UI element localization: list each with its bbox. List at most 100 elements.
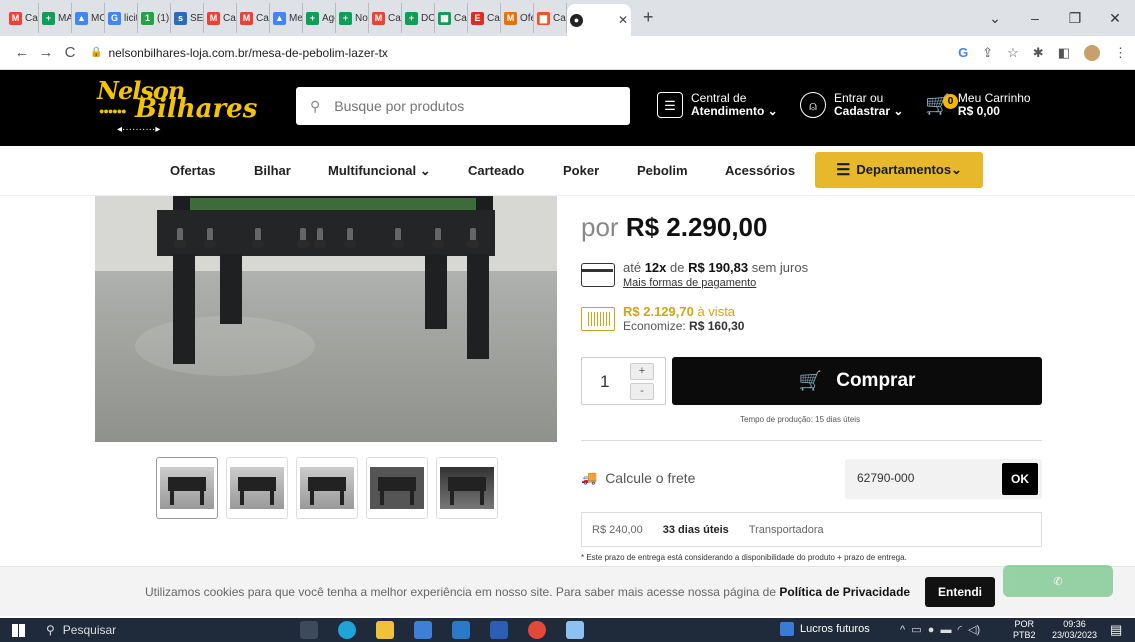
cep-input[interactable] (857, 471, 977, 485)
category-nav: Ofertas Bilhar Multifuncional ⌄ Carteado… (0, 146, 1135, 196)
edge-icon[interactable] (338, 621, 356, 639)
thumbnail-2[interactable] (226, 457, 288, 519)
close-window-button[interactable]: ✕ (1095, 10, 1135, 27)
tab-label: Caix (388, 12, 401, 24)
browser-tab[interactable]: +Nov (336, 3, 369, 33)
tab-favicon-icon: 1 (141, 11, 154, 25)
cart-link[interactable]: 🛒 0 Meu Carrinho R$ 0,00 (925, 92, 1031, 118)
nav-acessorios[interactable]: Acessórios (725, 163, 795, 178)
chrome-icon[interactable] (528, 621, 546, 639)
browser-tab[interactable]: +Age (303, 3, 336, 33)
calculator-icon[interactable] (566, 621, 584, 639)
cep-form: OK (845, 459, 1042, 499)
browser-tab[interactable]: MCaix (369, 3, 402, 33)
browser-tab[interactable]: +MAI (39, 3, 72, 33)
profile-avatar[interactable] (1084, 45, 1100, 61)
file-explorer-icon[interactable] (376, 621, 394, 639)
tab-favicon-icon: s (174, 11, 187, 25)
word-icon[interactable] (490, 621, 508, 639)
window-controls: ⌄ – ❐ ✕ (975, 0, 1135, 36)
table-leg (220, 254, 242, 324)
taskbar-search[interactable]: ⚲ Pesquisar (46, 620, 216, 640)
system-tray-icons[interactable]: ^ ▭ ● ▬ ◜ ◁) (900, 623, 980, 636)
browser-tab[interactable]: MCaix (204, 3, 237, 33)
nav-bilhar[interactable]: Bilhar (254, 163, 291, 178)
increase-quantity-button[interactable]: + (630, 363, 654, 380)
thumbnail-5[interactable] (436, 457, 498, 519)
browser-tab[interactable]: ECad (468, 3, 501, 33)
tab-favicon-icon: + (405, 11, 418, 25)
back-icon[interactable]: ← (10, 44, 34, 61)
payment-options-link[interactable]: Mais formas de pagamento (623, 277, 756, 289)
google-icon[interactable]: G (958, 45, 968, 61)
installments-info: até 12x de R$ 190,83 sem juros Mais form… (581, 261, 808, 290)
rod-handle (467, 228, 479, 248)
url-field[interactable]: 🔒 nelsonbilhares-loja.com.br/mesa-de-peb… (90, 46, 388, 60)
close-tab-icon[interactable]: ✕ (618, 13, 628, 27)
product-main-image[interactable] (95, 196, 557, 442)
thumbnail-4[interactable] (366, 457, 428, 519)
thumbnail-1[interactable] (156, 457, 218, 519)
browser-tab[interactable]: MCaix (237, 3, 270, 33)
tab-label: (1) \ (157, 12, 170, 24)
mail-icon[interactable] (452, 621, 470, 639)
browser-tab[interactable]: sSEI (171, 3, 204, 33)
bookmark-star-icon[interactable]: ☆ (1007, 45, 1019, 61)
browser-tab[interactable]: ▦Cad (435, 3, 468, 33)
reload-icon[interactable]: C (58, 44, 82, 61)
browser-tab[interactable]: ▲Mei (270, 3, 303, 33)
browser-tab[interactable]: Glicit (105, 3, 138, 33)
sidepanel-icon[interactable]: ◧ (1058, 45, 1070, 61)
language-indicator[interactable]: POR PTB2 (1013, 619, 1036, 641)
search-box[interactable]: ⚲ (296, 87, 630, 125)
buy-label: Comprar (836, 370, 916, 391)
news-widget[interactable]: Lucros futuros (780, 622, 870, 636)
minimize-button[interactable]: – (1015, 10, 1055, 26)
browser-tab[interactable]: ▲MO (72, 3, 105, 33)
quantity-value[interactable]: 1 (600, 372, 609, 392)
thumbnail-image (160, 467, 214, 509)
menu-icon[interactable]: ⋮ (1114, 45, 1127, 61)
tab-label: MAI (58, 12, 71, 24)
nav-poker[interactable]: Poker (563, 163, 599, 178)
clock[interactable]: 09:36 23/03/2023 (1052, 619, 1097, 641)
extensions-icon[interactable]: ✱ (1033, 45, 1044, 61)
nav-carteado[interactable]: Carteado (468, 163, 524, 178)
browser-tab[interactable]: MOfe (501, 3, 534, 33)
share-icon[interactable]: ⇪ (982, 45, 993, 61)
nav-multifuncional[interactable]: Multifuncional ⌄ (328, 163, 431, 179)
search-input[interactable] (334, 98, 615, 114)
truck-icon: 🚚 (581, 470, 598, 485)
whatsapp-button[interactable]: ✆ (1003, 565, 1113, 597)
browser-tab[interactable]: MCaix (6, 3, 39, 33)
windows-start-icon[interactable] (12, 624, 25, 637)
browser-tab[interactable]: ▆Cad (534, 3, 567, 33)
departments-button[interactable]: ☰ Departamentos⌄ (815, 152, 983, 188)
thumbnail-3[interactable] (296, 457, 358, 519)
browser-tab[interactable]: 1(1) \ (138, 3, 171, 33)
tab-search-icon[interactable]: ⌄ (975, 10, 1015, 27)
cep-ok-button[interactable]: OK (1002, 463, 1038, 495)
nav-ofertas[interactable]: Ofertas (170, 163, 216, 178)
task-view-icon[interactable] (300, 621, 318, 639)
customer-service-link[interactable]: ☰ Central de Atendimento ⌄ (657, 92, 778, 118)
browser-tab[interactable]: + DO (402, 3, 435, 33)
login-link[interactable]: ⍝ Entrar ou Cadastrar ⌄ (800, 92, 903, 118)
forward-icon[interactable]: → (34, 44, 58, 61)
economize-label: Economize: (623, 319, 686, 333)
privacy-policy-link[interactable]: Política de Privacidade (779, 585, 910, 599)
tab-label: Cad (487, 12, 500, 24)
cue-arrow-icon: ◂··········▸ (117, 124, 161, 135)
buy-button[interactable]: 🛒 Comprar (672, 357, 1042, 405)
nav-pebolim[interactable]: Pebolim (637, 163, 688, 178)
tab-favicon-icon: ▆ (537, 11, 550, 25)
tab-favicon-icon: M (504, 11, 517, 25)
decrease-quantity-button[interactable]: - (630, 383, 654, 400)
restore-button[interactable]: ❐ (1055, 10, 1095, 27)
site-logo[interactable]: Nelson ●●●●●● Bilhares ◂··········▸ (97, 76, 262, 140)
new-tab-button[interactable]: + (643, 7, 654, 28)
store-icon[interactable] (414, 621, 432, 639)
browser-tab-active[interactable]: ● ✕ (567, 4, 631, 36)
notifications-icon[interactable]: ▤ (1110, 622, 1122, 638)
accept-cookies-button[interactable]: Entendi (925, 577, 995, 607)
